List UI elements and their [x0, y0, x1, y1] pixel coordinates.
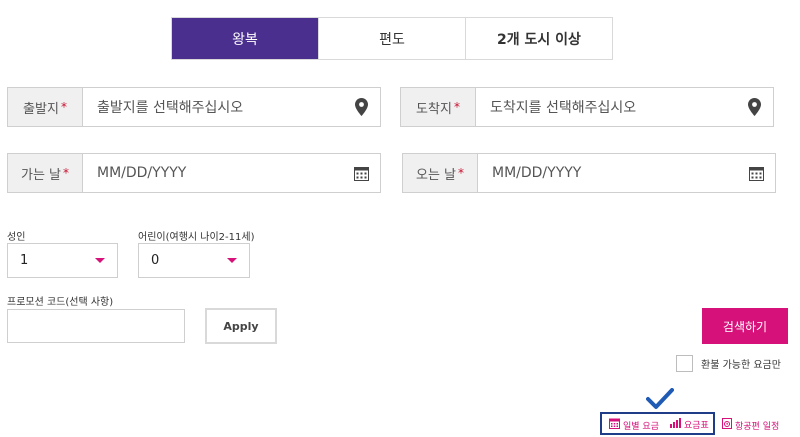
depart-date-input[interactable]: MM/DD/YYYY [83, 154, 342, 192]
child-select-value: 0 [151, 253, 160, 268]
daily-fare-label: 일별 요금 [623, 421, 659, 432]
chevron-down-icon [227, 258, 237, 263]
origin-label: 출발지 * [8, 88, 83, 126]
depart-date-field[interactable]: 가는 날 * MM/DD/YYYY [7, 153, 381, 193]
required-marker: * [63, 166, 69, 180]
promo-label: 프로모션 코드(선택 사항) [7, 297, 114, 308]
adult-select[interactable]: 1 [7, 243, 118, 278]
checkmark-icon [646, 388, 674, 414]
location-pin-icon[interactable] [735, 88, 773, 126]
flight-schedule-link[interactable]: 항공편 일정 [722, 418, 779, 432]
adult-label: 성인 [7, 232, 26, 243]
daily-fare-link[interactable]: 일별 요금 [609, 418, 659, 432]
calendar-icon[interactable] [342, 154, 380, 192]
required-marker: * [458, 166, 464, 180]
calendar-icon [609, 418, 620, 432]
apply-button[interactable]: Apply [205, 308, 277, 344]
required-marker: * [453, 100, 460, 114]
return-date-label: 오는 날 * [403, 154, 478, 192]
schedule-icon [722, 418, 732, 432]
fare-table-link[interactable]: 요금표 [670, 418, 709, 431]
required-marker: * [60, 100, 67, 114]
origin-input[interactable]: 출발지를 선택해주십시오 [83, 88, 342, 126]
return-date-input[interactable]: MM/DD/YYYY [478, 154, 737, 192]
trip-type-tabs: 왕복 편도 2개 도시 이상 [171, 17, 613, 60]
promo-code-input[interactable] [7, 309, 185, 343]
search-button[interactable]: 검색하기 [702, 308, 788, 344]
child-label: 어린이(여행시 나이2-11세) [138, 232, 255, 243]
refundable-option: 환불 가능한 요금만 [676, 355, 781, 372]
origin-field[interactable]: 출발지 * 출발지를 선택해주십시오 [7, 87, 381, 127]
refundable-checkbox[interactable] [676, 355, 693, 372]
calendar-icon[interactable] [737, 154, 775, 192]
destination-label: 도착지 * [401, 88, 476, 126]
depart-date-label: 가는 날 * [8, 154, 83, 192]
destination-field[interactable]: 도착지 * 도착지를 선택해주십시오 [400, 87, 774, 127]
tab-one-way[interactable]: 편도 [318, 18, 465, 59]
destination-input[interactable]: 도착지를 선택해주십시오 [476, 88, 735, 126]
child-select[interactable]: 0 [138, 243, 250, 278]
adult-select-value: 1 [20, 253, 29, 268]
tab-round-trip[interactable]: 왕복 [172, 18, 318, 59]
chevron-down-icon [95, 258, 105, 263]
fare-table-label: 요금표 [684, 421, 709, 431]
tab-multi-city[interactable]: 2개 도시 이상 [465, 18, 612, 59]
bar-chart-icon [670, 418, 681, 431]
refundable-label: 환불 가능한 요금만 [701, 360, 781, 371]
location-pin-icon[interactable] [342, 88, 380, 126]
flight-schedule-label: 항공편 일정 [735, 421, 780, 432]
return-date-field[interactable]: 오는 날 * MM/DD/YYYY [402, 153, 776, 193]
